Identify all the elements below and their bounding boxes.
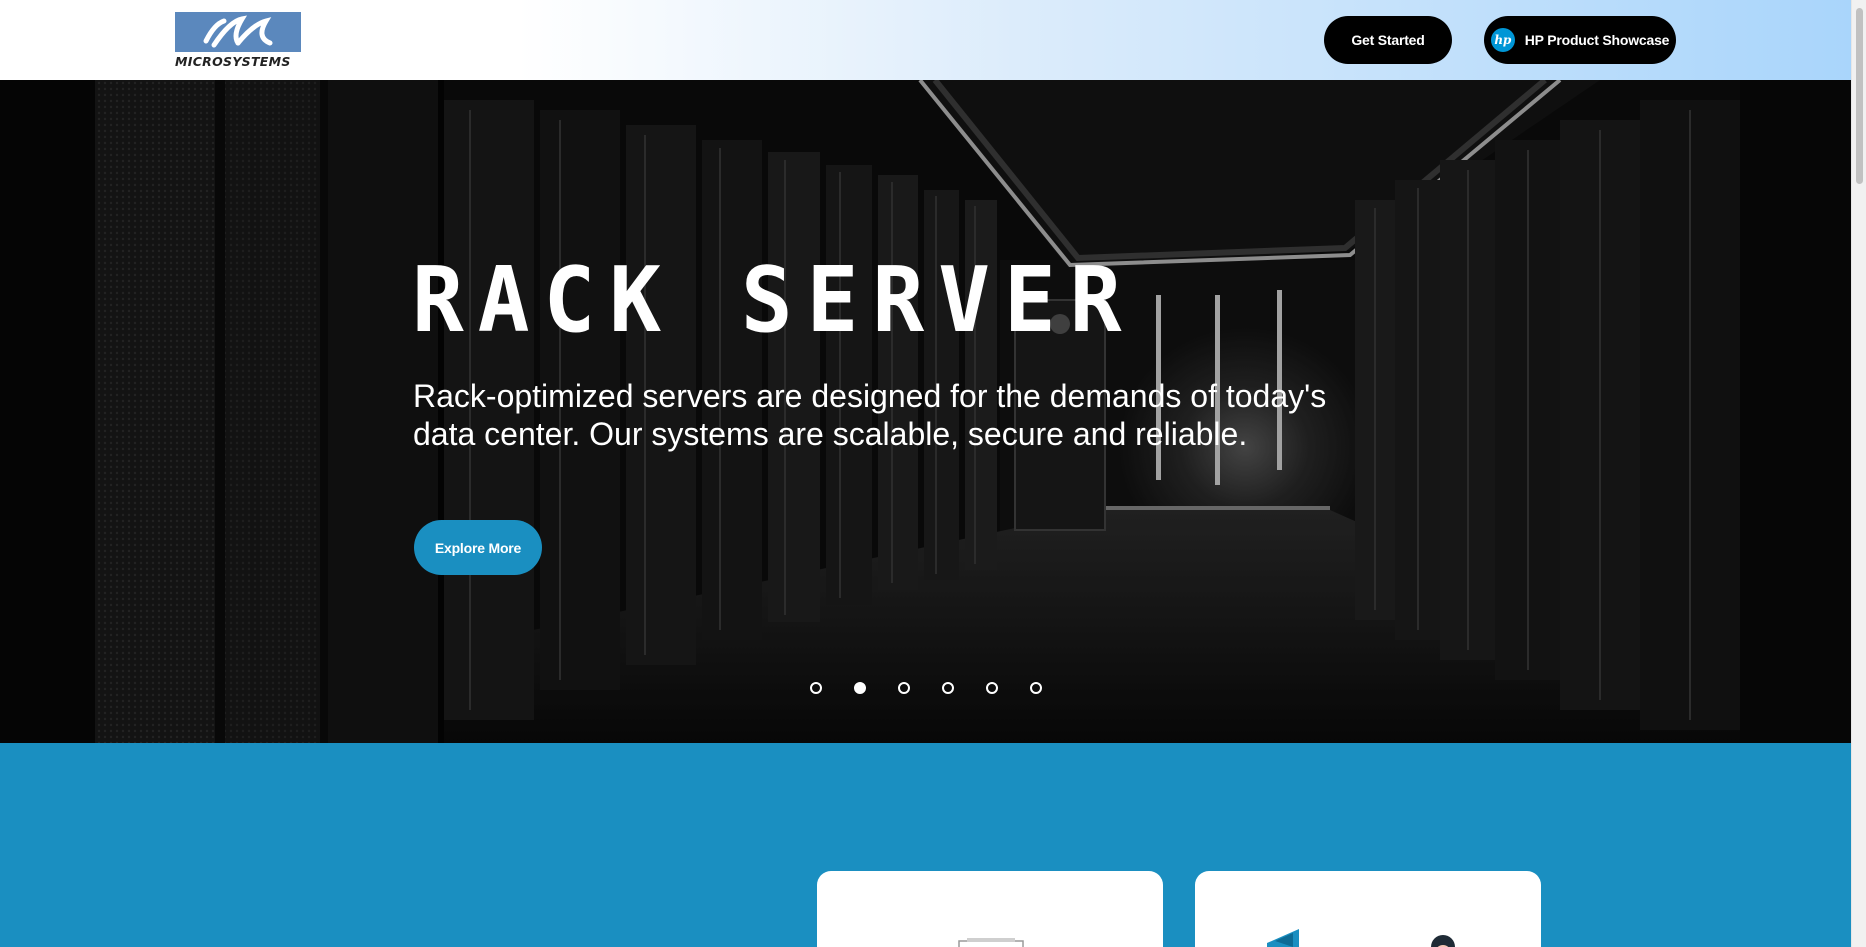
- slider-dot-5[interactable]: [986, 682, 998, 694]
- microsystems-logo[interactable]: MICROSYSTEMS: [175, 12, 301, 70]
- page-scrollbar[interactable]: [1851, 0, 1866, 947]
- slider-dot-4[interactable]: [942, 682, 954, 694]
- page: MICROSYSTEMS Get Started hp HP Product S…: [0, 0, 1866, 947]
- hp-product-showcase-label: HP Product Showcase: [1524, 32, 1670, 48]
- hero-title: RACK SERVER: [412, 248, 1136, 353]
- microsystems-logo-icon: [175, 12, 301, 52]
- explore-more-button[interactable]: Explore More: [414, 520, 542, 575]
- slider-dot-6[interactable]: [1030, 682, 1042, 694]
- team-illustration-icon: [1267, 929, 1455, 947]
- hero-description: Rack-optimized servers are designed for …: [413, 378, 1327, 452]
- scrollbar-thumb[interactable]: [1856, 8, 1863, 184]
- slider-dot-3[interactable]: [898, 682, 910, 694]
- get-started-button[interactable]: Get Started: [1324, 16, 1452, 64]
- hero-slider: RACK SERVER Rack-optimized servers are d…: [0, 80, 1851, 743]
- hp-product-showcase-button[interactable]: hp HP Product Showcase: [1484, 16, 1676, 64]
- hp-logo-icon: hp: [1490, 28, 1515, 52]
- logo-text: MICROSYSTEMS: [175, 54, 291, 69]
- slider-dot-2[interactable]: [854, 682, 866, 694]
- slider-dot-1[interactable]: [810, 682, 822, 694]
- site-header: MICROSYSTEMS Get Started hp HP Product S…: [0, 0, 1851, 80]
- slider-dots: [810, 682, 1042, 696]
- feature-card[interactable]: [817, 871, 1163, 947]
- server-illustration-icon: [958, 938, 1024, 947]
- feature-card[interactable]: [1195, 871, 1541, 947]
